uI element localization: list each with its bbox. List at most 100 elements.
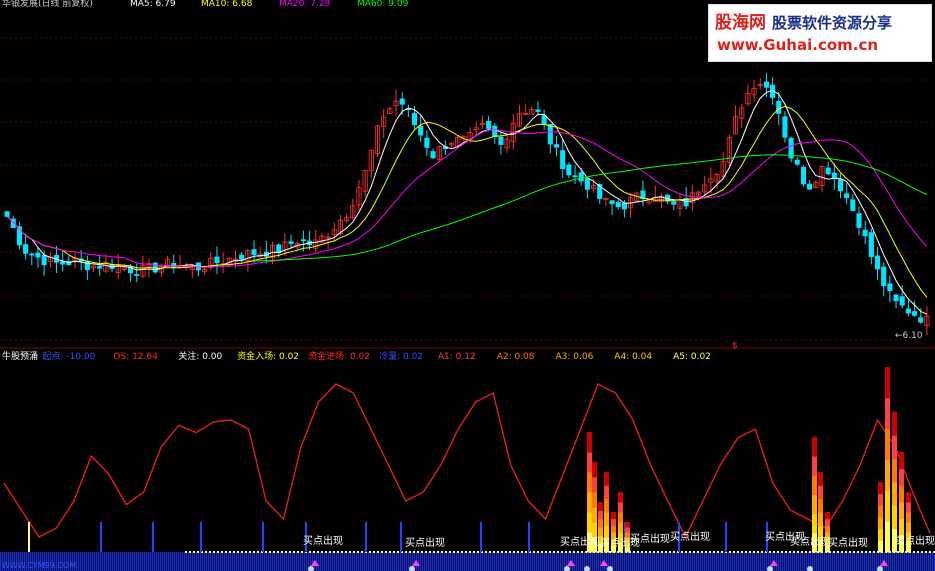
volume-baseline-bar — [512, 552, 514, 571]
volume-baseline-bar — [662, 552, 664, 571]
volume-baseline-bar — [494, 552, 496, 571]
focus-marker — [28, 522, 30, 552]
low-price-label: ←6.10 — [895, 331, 923, 341]
volume-baseline-bar — [920, 552, 922, 571]
volume-baseline-bar — [832, 552, 834, 571]
volume-baseline-bar — [888, 552, 890, 571]
volume-baseline-bar — [454, 552, 456, 571]
volume-baseline-bar — [124, 552, 126, 571]
volume-baseline-bar — [530, 552, 532, 571]
volume-baseline-bar — [268, 552, 270, 571]
volume-baseline-bar — [190, 552, 192, 571]
volume-baseline-bar — [438, 552, 440, 571]
volume-baseline-bar — [178, 552, 180, 571]
fund-flame-segment — [604, 485, 609, 500]
volume-baseline-bar — [778, 552, 780, 571]
volume-baseline-bar — [904, 552, 906, 571]
volume-baseline-bar — [528, 552, 530, 571]
volume-baseline-bar — [844, 552, 846, 571]
volume-baseline-bar — [908, 552, 910, 571]
volume-baseline-bar — [796, 552, 798, 571]
volume-baseline-bar — [374, 552, 376, 571]
price-legend-item: MA60: 9.09 — [357, 0, 409, 9]
volume-baseline-bar — [206, 552, 208, 571]
volume-baseline-bar — [500, 552, 502, 571]
volume-baseline-bar — [752, 552, 754, 571]
volume-baseline-bar — [440, 552, 442, 571]
fund-flame-segment — [604, 498, 609, 513]
volume-baseline-bar — [478, 552, 480, 571]
volume-baseline-bar — [932, 552, 934, 571]
fund-flame-segment — [592, 507, 597, 523]
volume-baseline-bar — [620, 552, 622, 571]
volume-baseline-bar — [502, 552, 504, 571]
volume-baseline-bar — [114, 552, 116, 571]
volume-baseline-bar — [498, 552, 500, 571]
volume-baseline-bar — [598, 552, 600, 571]
candle-body — [29, 253, 35, 256]
fund-flame-segment — [618, 502, 623, 513]
start-marker — [262, 522, 264, 552]
volume-baseline-bar — [166, 552, 168, 571]
volume-baseline-bar — [260, 552, 262, 571]
volume-baseline-bar — [446, 552, 448, 571]
indicator-legend-item: A3: 0.06 — [556, 352, 594, 362]
volume-baseline-bar — [910, 552, 912, 571]
volume-baseline-bar — [510, 552, 512, 571]
fund-flame-segment — [885, 521, 890, 553]
volume-baseline-bar — [144, 552, 146, 571]
volume-baseline-bar — [482, 552, 484, 571]
volume-baseline-bar — [368, 552, 370, 571]
volume-baseline-bar — [162, 552, 164, 571]
watermark-logo: 股海网 股票软件资源分享 www.Guhai.com.cn — [708, 4, 932, 62]
volume-baseline-bar — [928, 552, 930, 571]
start-marker — [152, 522, 154, 552]
volume-baseline-bar — [394, 552, 396, 571]
volume-baseline-bar — [198, 552, 200, 571]
volume-baseline-bar — [864, 552, 866, 571]
volume-baseline-bar — [378, 552, 380, 571]
fund-flame-segment — [592, 462, 597, 478]
volume-baseline-bar — [266, 552, 268, 571]
volume-baseline-bar — [540, 552, 542, 571]
fund-flame-segment — [812, 437, 817, 457]
fund-flame-segment — [818, 485, 823, 500]
volume-baseline-bar — [324, 552, 326, 571]
volume-baseline-bar — [428, 552, 430, 571]
volume-baseline-bar — [158, 552, 160, 571]
volume-baseline-bar — [270, 552, 272, 571]
volume-baseline-bar — [318, 552, 320, 571]
candle-body — [134, 274, 140, 276]
volume-baseline-bar — [906, 552, 908, 571]
volume-baseline-bar — [648, 552, 650, 571]
candle-body — [418, 125, 424, 136]
volume-baseline-bar — [638, 552, 640, 571]
start-marker — [100, 522, 102, 552]
volume-baseline-bar — [110, 552, 112, 571]
indicator-legend-item: 关注: 0.00 — [178, 350, 222, 362]
volume-baseline-bar — [100, 552, 102, 571]
fund-flame-segment — [878, 482, 883, 495]
volume-baseline-bar — [754, 552, 756, 571]
fund-flame-segment — [825, 518, 830, 526]
volume-baseline-bar — [252, 552, 254, 571]
volume-baseline-bar — [854, 552, 856, 571]
candle-body — [424, 137, 430, 148]
volume-baseline-bar — [174, 552, 176, 571]
volume-baseline-bar — [176, 552, 178, 571]
volume-baseline-bar — [430, 552, 432, 571]
volume-baseline-bar — [702, 552, 704, 571]
volume-baseline-bar — [468, 552, 470, 571]
volume-baseline-bar — [740, 552, 742, 571]
bottom-watermark: WWW.CYM99.COM — [2, 561, 76, 570]
volume-baseline-bar — [286, 552, 288, 571]
volume-baseline-bar — [822, 552, 824, 571]
volume-baseline-bar — [300, 552, 302, 571]
volume-baseline-bar — [396, 552, 398, 571]
volume-baseline-bar — [354, 552, 356, 571]
volume-baseline-bar — [302, 552, 304, 571]
volume-baseline-bar — [658, 552, 660, 571]
candle-body — [498, 136, 504, 145]
volume-baseline-bar — [652, 552, 654, 571]
volume-baseline-bar — [452, 552, 454, 571]
